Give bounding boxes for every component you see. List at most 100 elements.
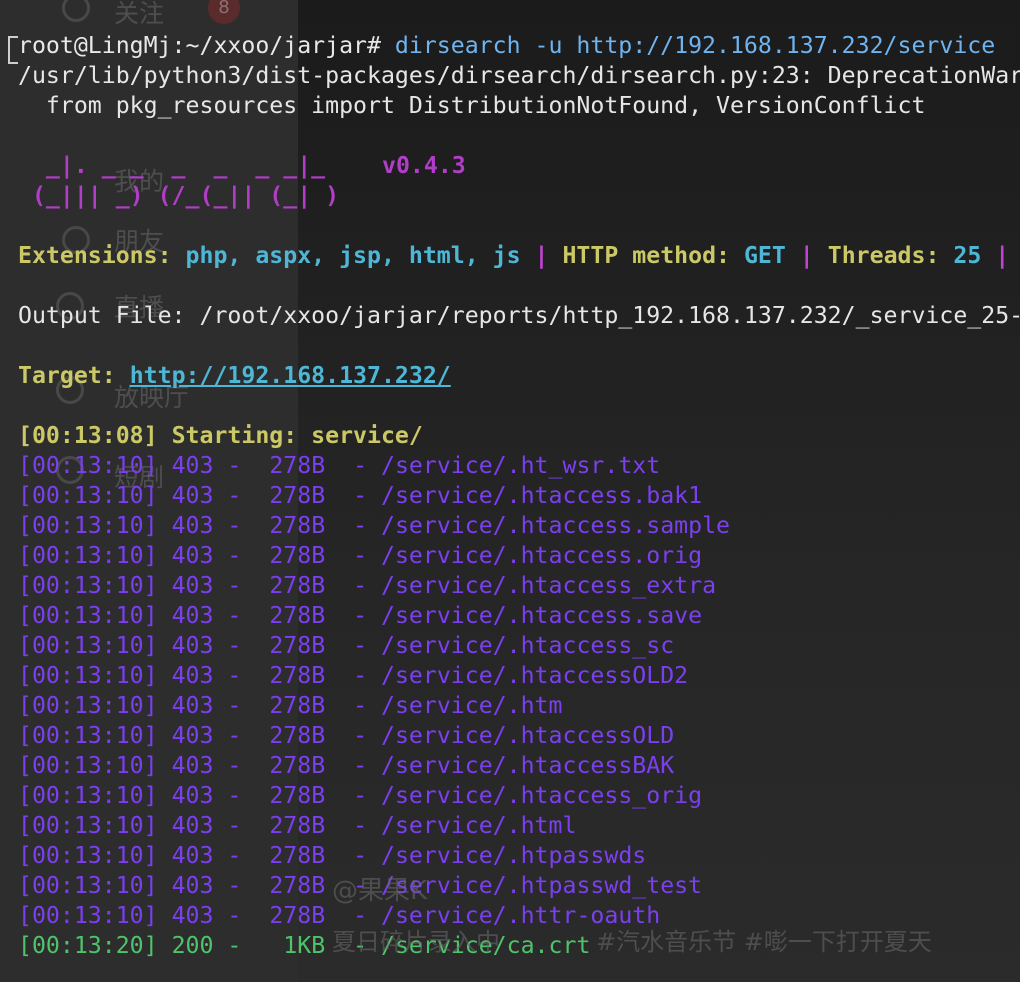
result-path: /service/.htaccess_orig bbox=[381, 782, 703, 809]
result-time: [00:13:10] bbox=[18, 602, 158, 629]
result-separator: - bbox=[213, 932, 270, 959]
result-separator bbox=[158, 842, 172, 869]
result-separator bbox=[158, 692, 172, 719]
result-time: [00:13:10] bbox=[18, 752, 158, 779]
result-time: [00:13:10] bbox=[18, 842, 158, 869]
dirsearch-logo-top: _|. _ _ _ _ _ _|_ bbox=[18, 152, 326, 179]
output-file-line: Output File: /root/xxoo/jarjar/reports/h… bbox=[18, 302, 1020, 329]
result-status: 403 bbox=[171, 692, 214, 719]
result-separator: - bbox=[213, 842, 270, 869]
result-row: [00:13:10] 403 - 278B - /service/.htacce… bbox=[18, 541, 702, 571]
watermark-caption: 夏日碎片录入中 bbox=[332, 928, 500, 956]
result-size: 278B bbox=[269, 752, 326, 779]
result-path: /service/.htpasswd_test bbox=[381, 872, 703, 899]
result-status: 403 bbox=[171, 902, 214, 929]
result-size: 278B bbox=[269, 572, 326, 599]
watermark-author: @果果K bbox=[332, 876, 428, 906]
result-size: 278B bbox=[269, 542, 326, 569]
result-separator: - bbox=[213, 902, 270, 929]
result-size: 278B bbox=[269, 602, 326, 629]
result-status: 403 bbox=[171, 662, 214, 689]
result-size: 278B bbox=[269, 512, 326, 539]
result-time: [00:13:10] bbox=[18, 872, 158, 899]
result-row: [00:13:20] 200 - 1KB - /service/ca.crt bbox=[18, 931, 590, 961]
starting-time: [00:13:08] bbox=[18, 422, 158, 449]
result-separator bbox=[158, 632, 172, 659]
result-separator: - bbox=[325, 662, 381, 689]
result-separator bbox=[158, 902, 172, 929]
result-separator bbox=[158, 752, 172, 779]
result-separator: - bbox=[325, 692, 381, 719]
result-size: 278B bbox=[269, 782, 326, 809]
result-separator: - bbox=[325, 842, 381, 869]
result-path: /service/.htpasswds bbox=[381, 842, 647, 869]
result-time: [00:13:10] bbox=[18, 722, 158, 749]
result-separator bbox=[158, 542, 172, 569]
result-size: 278B bbox=[269, 842, 326, 869]
starting-line: [00:13:08] Starting: service/ bbox=[18, 421, 423, 451]
result-separator: - bbox=[325, 752, 381, 779]
result-separator bbox=[158, 482, 172, 509]
result-path: /service/.ht_wsr.txt bbox=[381, 452, 661, 479]
result-row: [00:13:10] 403 - 278B - /service/.htacce… bbox=[18, 601, 702, 631]
result-status: 200 bbox=[171, 932, 214, 959]
command-line: root@LingMj:~/xxoo/jarjar# dirsearch -u … bbox=[18, 31, 995, 61]
result-size: 278B bbox=[269, 812, 326, 839]
result-size: 278B bbox=[269, 722, 326, 749]
result-separator: - bbox=[325, 602, 381, 629]
result-separator: - bbox=[325, 572, 381, 599]
target-url[interactable]: http://192.168.137.232/ bbox=[130, 362, 451, 389]
warning-line: /usr/lib/python3/dist-packages/dirsearch… bbox=[18, 62, 1020, 89]
result-separator: - bbox=[213, 692, 270, 719]
result-time: [00:13:10] bbox=[18, 692, 158, 719]
result-separator: - bbox=[325, 512, 381, 539]
result-row: [00:13:10] 403 - 278B - /service/.htpass… bbox=[18, 841, 646, 871]
result-separator: - bbox=[213, 512, 270, 539]
result-time: [00:13:10] bbox=[18, 482, 158, 509]
method-value: GET bbox=[743, 242, 786, 269]
result-separator: - bbox=[213, 602, 270, 629]
result-separator bbox=[158, 722, 172, 749]
result-row: [00:13:10] 403 - 278B - /service/.htacce… bbox=[18, 781, 702, 811]
result-separator: - bbox=[325, 812, 381, 839]
result-separator: - bbox=[213, 812, 270, 839]
shell-command: dirsearch -u http://192.168.137.232/serv… bbox=[394, 32, 996, 59]
result-row: [00:13:10] 403 - 278B - /service/.htacce… bbox=[18, 481, 702, 511]
result-time: [00:13:10] bbox=[18, 632, 158, 659]
result-separator: - bbox=[325, 782, 381, 809]
result-separator: - bbox=[213, 572, 270, 599]
result-separator: - bbox=[213, 662, 270, 689]
result-separator: - bbox=[213, 632, 270, 659]
separator: | bbox=[520, 242, 563, 269]
result-path: /service/.htaccess.save bbox=[381, 602, 703, 629]
extensions-label: Extensions: bbox=[18, 242, 186, 269]
result-time: [00:13:10] bbox=[18, 572, 158, 599]
separator: | bbox=[981, 242, 1010, 269]
result-size: 278B bbox=[269, 872, 326, 899]
result-separator: - bbox=[213, 722, 270, 749]
result-separator: - bbox=[213, 782, 270, 809]
result-separator bbox=[158, 512, 172, 539]
result-status: 403 bbox=[171, 752, 214, 779]
result-separator bbox=[158, 452, 172, 479]
result-status: 403 bbox=[171, 542, 214, 569]
terminal-window[interactable]: root@LingMj:~/xxoo/jarjar# dirsearch -u … bbox=[0, 0, 1020, 982]
result-path: /service/.htaccessBAK bbox=[381, 752, 675, 779]
result-row: [00:13:10] 403 - 278B - /service/.htacce… bbox=[18, 571, 716, 601]
shell-prompt: root@LingMj:~/xxoo/jarjar# bbox=[18, 32, 395, 59]
result-separator bbox=[158, 662, 172, 689]
result-time: [00:13:10] bbox=[18, 812, 158, 839]
result-time: [00:13:10] bbox=[18, 542, 158, 569]
result-time: [00:13:10] bbox=[18, 512, 158, 539]
result-row: [00:13:10] 403 - 278B - /service/.htacce… bbox=[18, 631, 674, 661]
result-row: [00:13:10] 403 - 278B - /service/.htacce… bbox=[18, 661, 688, 691]
result-row: [00:13:10] 403 - 278B - /service/.ht_wsr… bbox=[18, 451, 660, 481]
result-row: [00:13:10] 403 - 278B - /service/.htm bbox=[18, 691, 562, 721]
result-separator: - bbox=[213, 542, 270, 569]
result-separator bbox=[158, 932, 172, 959]
result-path: /service/.html bbox=[381, 812, 577, 839]
result-status: 403 bbox=[171, 842, 214, 869]
threads-value: 25 bbox=[953, 242, 982, 269]
config-line: Extensions: php, aspx, jsp, html, js | H… bbox=[18, 241, 1009, 271]
result-status: 403 bbox=[171, 512, 214, 539]
